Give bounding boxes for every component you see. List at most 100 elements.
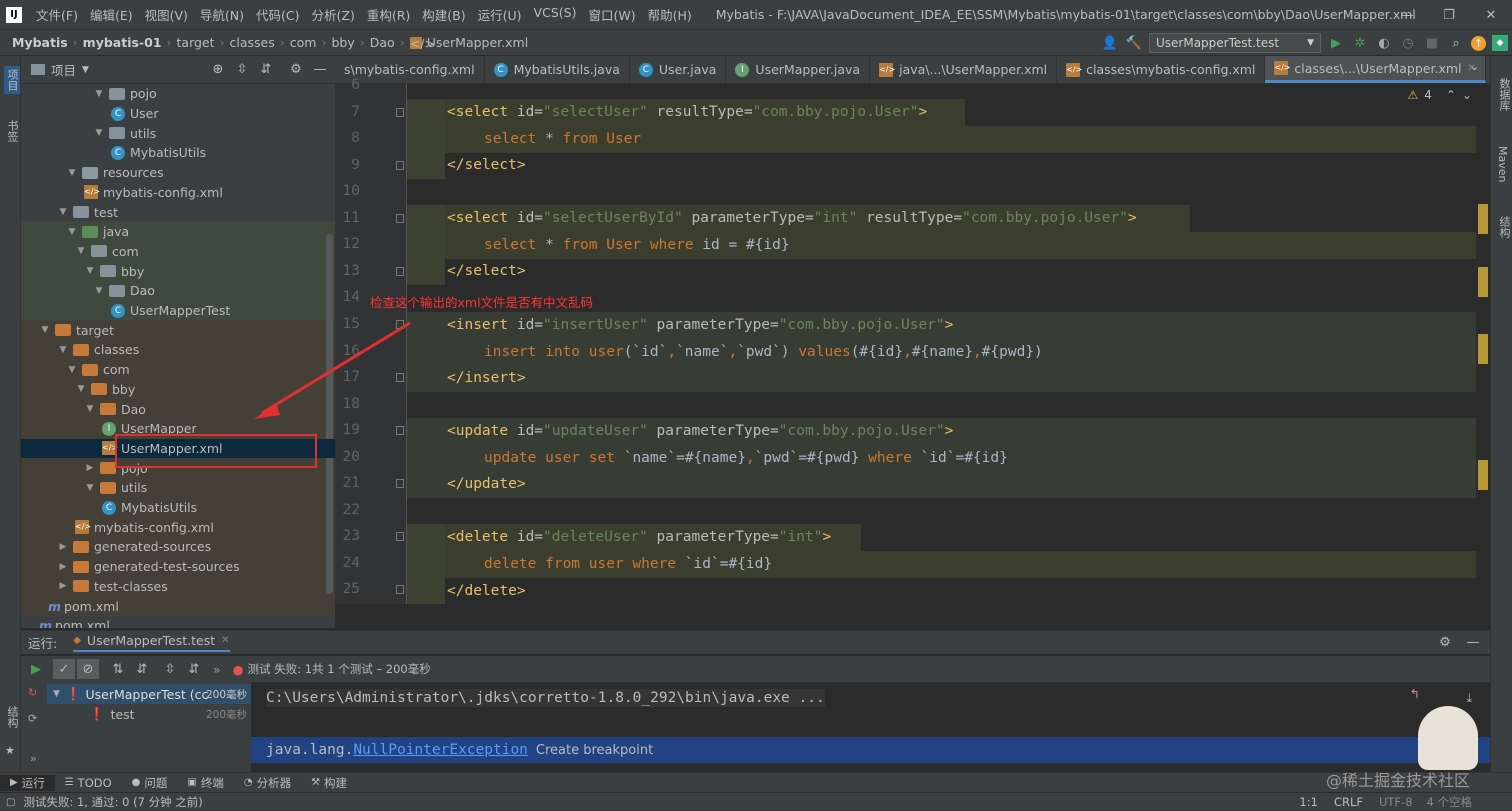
- create-breakpoint-link[interactable]: Create breakpoint: [536, 743, 653, 758]
- breadcrumb-item[interactable]: com: [290, 35, 317, 50]
- sort-duration-icon[interactable]: ⇵: [133, 660, 151, 678]
- tree-node[interactable]: ▼ bby: [84, 261, 145, 281]
- breadcrumb-item[interactable]: Dao: [370, 35, 395, 50]
- bottom-tab[interactable]: ● 问题: [122, 775, 178, 791]
- exception-class-link[interactable]: NullPointerException: [353, 742, 528, 758]
- test-suite-row[interactable]: ▼ ❗ UserMapperTest (cc 200毫秒: [47, 684, 251, 704]
- scroll-to-end-icon[interactable]: ⤓: [1466, 690, 1472, 706]
- bottom-tab[interactable]: ⚒ 构建: [301, 775, 357, 791]
- tree-node[interactable]: ▼ com: [66, 360, 130, 380]
- menu-item[interactable]: VCS(S): [528, 5, 583, 24]
- user-icon[interactable]: 👤: [1101, 34, 1119, 52]
- chevron-down-icon[interactable]: ▼: [57, 345, 69, 355]
- tree-node[interactable]: ▼ target: [39, 320, 114, 340]
- rerun-failed-icon[interactable]: ↻: [28, 686, 37, 699]
- tree-node[interactable]: ▼ utils: [93, 123, 157, 143]
- more-run-icon[interactable]: »: [30, 752, 37, 765]
- soft-wrap-icon[interactable]: ↰: [1410, 686, 1420, 701]
- fold-marker-icon[interactable]: [396, 107, 404, 117]
- tree-node[interactable]: ▼ pojo: [93, 84, 157, 104]
- menu-item[interactable]: 导航(N): [194, 5, 250, 24]
- indent-setting[interactable]: 4 个空格: [1427, 794, 1472, 810]
- chevron-down-icon[interactable]: ▼: [39, 325, 51, 335]
- run-configuration-select[interactable]: UserMapperTest.test ▼: [1149, 33, 1321, 53]
- tree-node[interactable]: C User: [111, 104, 159, 124]
- bottom-tab[interactable]: ☰ TODO: [55, 776, 122, 790]
- tree-node[interactable]: ▼ test: [57, 202, 118, 222]
- chevron-down-icon[interactable]: ▼: [93, 128, 105, 138]
- expand-tests-icon[interactable]: ⇳: [161, 660, 179, 678]
- fold-marker-icon[interactable]: [396, 585, 404, 595]
- test-case-row[interactable]: ❗ test 200毫秒: [47, 704, 251, 724]
- menu-item[interactable]: 窗口(W): [582, 5, 641, 24]
- breadcrumb-item[interactable]: target: [177, 35, 215, 50]
- toggle-auto-test-icon[interactable]: ⟳: [28, 712, 37, 725]
- sort-alpha-icon[interactable]: ⇅: [109, 660, 127, 678]
- show-passed-icon[interactable]: ✓: [53, 659, 75, 679]
- editor-tab[interactable]: </> classes\...\UserMapper.xml ✕: [1265, 56, 1486, 83]
- tree-node[interactable]: ▼ utils: [84, 478, 148, 498]
- editor-tab[interactable]: I UserMapper.java: [726, 56, 871, 83]
- menu-item[interactable]: 运行(U): [472, 5, 528, 24]
- bottom-tab[interactable]: ◔ 分析器: [234, 775, 301, 791]
- tree-node[interactable]: ▶ generated-test-sources: [57, 557, 240, 577]
- tree-node[interactable]: </> mybatis-config.xml: [75, 517, 214, 537]
- chevron-down-icon[interactable]: ▼: [66, 168, 78, 178]
- project-view-select[interactable]: 项目: [51, 60, 76, 79]
- menu-item[interactable]: 重构(R): [361, 5, 416, 24]
- search-icon[interactable]: ⌕: [1447, 34, 1465, 52]
- fold-marker-icon[interactable]: [396, 426, 404, 436]
- breadcrumb-item[interactable]: mybatis-01: [83, 35, 162, 50]
- breadcrumb-item[interactable]: bby: [331, 35, 354, 50]
- coverage-icon[interactable]: ◐: [1375, 34, 1393, 52]
- bottom-tab[interactable]: ▶ 运行: [0, 774, 55, 791]
- chevron-down-icon[interactable]: ▼: [84, 266, 96, 276]
- close-tab-icon[interactable]: ✕: [221, 635, 229, 646]
- tree-node[interactable]: ▶ test-classes: [57, 577, 168, 597]
- tree-node[interactable]: C MybatisUtils: [102, 498, 197, 518]
- tree-node[interactable]: ▼ com: [75, 242, 139, 262]
- menu-item[interactable]: 编辑(E): [84, 5, 139, 24]
- chevron-down-icon[interactable]: ▼: [93, 89, 105, 99]
- show-ignored-icon[interactable]: ⊘: [77, 659, 99, 679]
- tree-node[interactable]: ▼ classes: [57, 340, 140, 360]
- code-editor[interactable]: <select id= "selectUser" resultType= "com.…: [407, 84, 1490, 604]
- menu-item[interactable]: 视图(V): [139, 5, 194, 24]
- stop-icon[interactable]: ■: [1423, 34, 1441, 52]
- structure-right-tool-button[interactable]: 结构: [1496, 216, 1512, 238]
- breadcrumb-item[interactable]: UserMapper.xml: [427, 35, 529, 50]
- build-hammer-icon[interactable]: 🔨: [1125, 34, 1143, 52]
- breadcrumb-item[interactable]: Mybatis: [12, 35, 68, 50]
- tree-node[interactable]: </> mybatis-config.xml: [84, 183, 223, 203]
- prev-highlight-icon[interactable]: ⌃: [1446, 88, 1456, 102]
- editor-tab[interactable]: </> java\...\UserMapper.xml: [870, 56, 1058, 83]
- caret-position[interactable]: 1:1: [1299, 795, 1318, 809]
- locate-icon[interactable]: ⊕: [209, 61, 227, 79]
- profile-icon[interactable]: ◷: [1399, 34, 1417, 52]
- fold-marker-icon[interactable]: [396, 479, 404, 489]
- rerun-icon[interactable]: ▶: [27, 660, 45, 678]
- fold-marker-icon[interactable]: [396, 160, 404, 170]
- warnings-indicator[interactable]: ⚠ 4 ⌃ ⌄: [1407, 88, 1472, 102]
- tree-node[interactable]: ▶ generated-sources: [57, 537, 212, 557]
- favorite-star-icon[interactable]: ★: [5, 744, 15, 757]
- more-icon[interactable]: »: [213, 662, 221, 677]
- menu-item[interactable]: 代码(C): [250, 5, 305, 24]
- chevron-down-icon[interactable]: ▼: [57, 207, 69, 217]
- update-icon[interactable]: ↑: [1471, 35, 1486, 51]
- panel-toggle-icon[interactable]: ▢: [6, 797, 15, 808]
- project-tool-button[interactable]: 项目: [4, 66, 20, 94]
- run-console[interactable]: C:\Users\Administrator\.jdks\corretto-1.…: [251, 682, 1490, 772]
- chevron-right-icon[interactable]: ▶: [57, 562, 69, 572]
- tree-node[interactable]: ▼ bby: [75, 380, 136, 400]
- menu-item[interactable]: 构建(B): [416, 5, 471, 24]
- chevron-right-icon[interactable]: ▶: [57, 581, 69, 591]
- debug-icon[interactable]: ✲: [1351, 34, 1369, 52]
- menu-item[interactable]: 文件(F): [30, 5, 84, 24]
- chevron-down-icon[interactable]: ▼: [84, 483, 96, 493]
- tree-node[interactable]: ▼ Dao: [84, 399, 146, 419]
- hide-panel-icon[interactable]: —: [1464, 634, 1482, 652]
- gear-icon[interactable]: ⚙: [287, 61, 305, 79]
- chevron-down-icon[interactable]: ▼: [82, 65, 89, 75]
- fold-marker-icon[interactable]: [396, 213, 404, 223]
